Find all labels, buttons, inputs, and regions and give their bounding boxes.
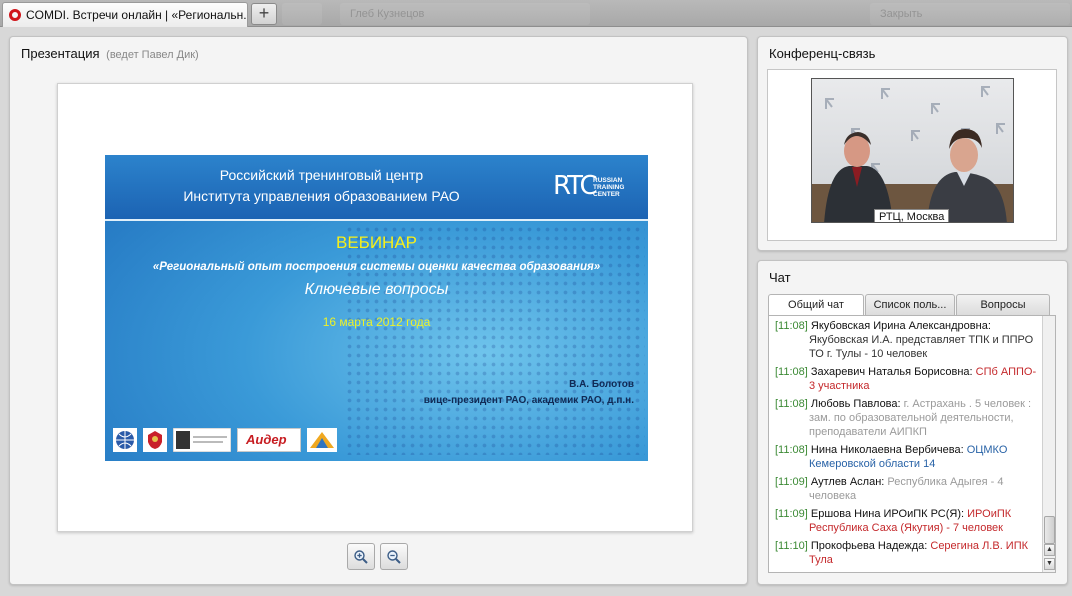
message-time: [11:08] — [775, 366, 808, 378]
home-icon — [282, 3, 322, 25]
tab-questions[interactable]: Вопросы — [956, 294, 1050, 315]
rtc-logo-caption: RUSSIAN TRAINING CENTER — [593, 177, 624, 198]
zoom-out-icon — [387, 549, 401, 564]
chat-scrollbar[interactable]: ▲ ▼ — [1042, 316, 1055, 572]
browser-tab-active[interactable]: COMDI. Встречи онлайн | «Региональн... — [2, 2, 248, 27]
globe-logo-icon — [113, 428, 137, 452]
slide-dot-pattern — [345, 225, 645, 455]
zoom-in-icon — [354, 549, 368, 564]
message-time: [11:08] — [775, 398, 808, 410]
chat-tabs: Общий чат Список поль... Вопросы — [768, 294, 1051, 316]
scroll-down-icon[interactable]: ▼ — [1044, 558, 1055, 570]
rtc-logo-letters: RTC — [553, 171, 598, 201]
message-sender: Нина Николаевна Вербичева: — [810, 444, 964, 456]
slide-partner-logos: Аидер — [113, 427, 337, 453]
message-sender: Прокофьева Надежда: — [810, 540, 928, 552]
slide-key-questions: Ключевые вопросы — [304, 281, 449, 298]
message-time: [11:08] — [775, 320, 808, 332]
message-sender: Любовь Павлова: — [810, 398, 901, 410]
slide-date: 16 марта 2012 года — [322, 315, 431, 329]
background-tab: Глеб Кузнецов — [340, 3, 590, 25]
slide-org-line2: Института управления образованием РАО — [183, 188, 460, 204]
message-sender: Якубовская Ирина Александровна: — [810, 320, 991, 332]
chat-title: Чат — [769, 270, 791, 285]
chat-message: [11:09] Аутлев Аслан: Республика Адыгея … — [775, 475, 1041, 503]
zoom-in-button[interactable] — [347, 543, 375, 570]
message-sender: Захаревич Наталья Борисовна: — [810, 366, 973, 378]
opera-icon — [9, 9, 21, 21]
message-time: [11:08] — [775, 444, 808, 456]
new-tab-button[interactable]: + — [251, 3, 277, 25]
message-time: [11:09] — [775, 476, 808, 488]
presenter-name: (ведет Павел Дик) — [106, 49, 199, 61]
presentation-panel: Презентация (ведет Павел Дик) Российский… — [9, 36, 748, 585]
chat-message-list: [11:08] Якубовская Ирина Александровна: … — [775, 319, 1041, 571]
slide-header: Российский тренинговый центр Института у… — [105, 155, 648, 221]
message-sender: Аутлев Аслан: — [810, 476, 885, 488]
presentation-title-text: Презентация — [21, 46, 100, 61]
rtc-logo-caption-3: CENTER — [593, 191, 620, 198]
background-tab-close: Закрыть — [870, 3, 1070, 25]
institute-logo-icon — [173, 428, 231, 452]
slide-webinar-heading: ВЕБИНАР — [335, 233, 417, 252]
tab-general-chat[interactable]: Общий чат — [768, 294, 864, 316]
chat-message: [11:08] Любовь Павлова: г. Астрахань . 5… — [775, 397, 1041, 439]
video-stream[interactable]: РТЦ, Москва — [811, 78, 1014, 223]
browser-tab-title: COMDI. Встречи онлайн | «Региональн... — [26, 8, 247, 22]
slide-topic: «Региональный опыт построения системы оц… — [152, 261, 601, 273]
slide-author: В.А. Болотов — [569, 379, 634, 390]
rtc-logo: RTC RUSSIAN TRAINING CENTER — [553, 171, 635, 205]
chat-scrollbar-thumb[interactable] — [1044, 516, 1055, 544]
video-frame: РТЦ, Москва — [767, 69, 1057, 241]
slide-org-line1: Российский тренинговый центр — [219, 167, 424, 183]
conference-title: Конференц-связь — [769, 46, 876, 61]
message-time: [11:10] — [775, 540, 808, 552]
aider-logo-text: Аидер — [246, 432, 287, 447]
rtc-logo-caption-1: RUSSIAN — [593, 177, 623, 184]
message-time: [11:09] — [775, 508, 808, 520]
aider-logo: Аидер — [237, 428, 301, 452]
tab-user-list[interactable]: Список поль... — [865, 294, 955, 315]
emblem-logo-icon — [143, 428, 167, 452]
slide-card: Российский тренинговый центр Института у… — [57, 83, 693, 532]
conference-panel: Конференц-связь РТЦ, Москва — [757, 36, 1068, 251]
rtc-logo-caption-2: TRAINING — [593, 184, 625, 191]
video-scene — [812, 86, 1013, 222]
browser-tab-strip: COMDI. Встречи онлайн | «Региональн... +… — [0, 0, 1072, 27]
video-caption: РТЦ, Москва — [874, 209, 950, 222]
scroll-up-icon[interactable]: ▲ — [1044, 544, 1055, 556]
chat-message: [11:10] Прокофьева Надежда: Серегина Л.В… — [775, 539, 1041, 567]
pyramid-logo-icon — [307, 428, 337, 452]
chat-message: [11:08] Захаревич Наталья Борисовна: СПб… — [775, 365, 1041, 393]
zoom-out-button[interactable] — [380, 543, 408, 570]
slide-author-role: вице-президент РАО, академик РАО, д.п.н. — [423, 395, 634, 406]
chat-message-area[interactable]: [11:08] Якубовская Ирина Александровна: … — [768, 315, 1056, 573]
chat-message: [11:08] Нина Николаевна Вербичева: ОЦМКО… — [775, 443, 1041, 471]
chat-message: [11:09] Ершова Нина ИРОиПК РС(Я): ИРОиПК… — [775, 507, 1041, 535]
message-text: Якубовская И.А. представляет ТПК и ППРО … — [809, 334, 1034, 360]
presentation-title: Презентация (ведет Павел Дик) — [21, 46, 199, 61]
chat-panel: Чат Общий чат Список поль... Вопросы [11… — [757, 260, 1068, 585]
slide: Российский тренинговый центр Института у… — [105, 155, 648, 461]
message-sender: Ершова Нина ИРОиПК РС(Я): — [810, 508, 965, 520]
chat-message: [11:08] Якубовская Ирина Александровна: … — [775, 319, 1041, 361]
